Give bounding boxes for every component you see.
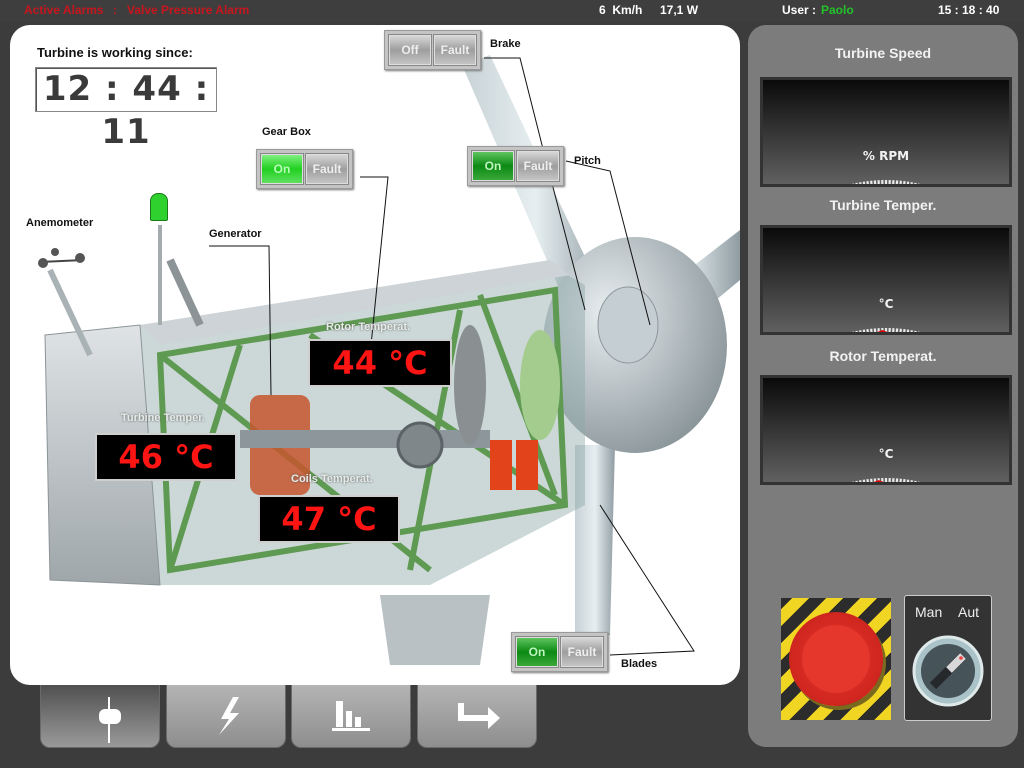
nav-exit-button[interactable] xyxy=(417,684,537,748)
working-since-label: Turbine is working since: xyxy=(37,45,193,60)
gauge-tick xyxy=(866,479,870,490)
auto-label: Aut xyxy=(958,604,980,620)
active-alarm-text: Valve Pressure Alarm xyxy=(127,3,250,17)
gauge-unit-label: °C xyxy=(879,447,894,461)
wind-speed: 6 Km/h xyxy=(599,3,643,17)
alarm-separator: : xyxy=(113,3,117,17)
gauge-unit-label: % RPM xyxy=(863,149,909,163)
blades-label: Blades xyxy=(621,658,658,670)
coils-temp-label: Coils Temperat. xyxy=(291,473,373,485)
rotor-temp-label: Rotor Temperat. xyxy=(326,321,411,333)
brake-fault-button[interactable]: Fault xyxy=(433,34,477,66)
brake-label: Brake xyxy=(490,38,521,50)
turbine-speed-dial: 0102030405060708090100% RPM xyxy=(763,80,1009,233)
rotor-temp-readout: 44 °C xyxy=(308,339,452,387)
active-alarms-label: Active Alarms xyxy=(24,3,104,17)
gauge-tick xyxy=(895,478,899,489)
generator-label: Generator xyxy=(209,228,262,240)
gauge-tick xyxy=(902,479,906,490)
lightning-icon xyxy=(219,697,239,735)
nav-power-button[interactable] xyxy=(166,684,286,748)
gauge-tick xyxy=(870,478,874,489)
gear-box-on-button[interactable]: On xyxy=(260,153,304,185)
turbine-overview-panel: Turbine is working since: 12 : 44 : 11 A… xyxy=(10,25,740,685)
brake-off-button[interactable]: Off xyxy=(388,34,432,66)
power-output: 17,1 W xyxy=(660,3,699,17)
gear-box-fault-button[interactable]: Fault xyxy=(305,153,349,185)
emergency-stop-icon xyxy=(789,612,883,706)
turbine-speed-title: Turbine Speed xyxy=(834,45,932,61)
anemometer-label: Anemometer xyxy=(26,217,94,229)
bar-chart-icon xyxy=(332,701,370,731)
coils-temp-readout: 47 °C xyxy=(258,495,400,543)
gauge-tick xyxy=(898,180,902,191)
working-since-clock: 12 : 44 : 11 xyxy=(35,67,217,152)
turbine-temp-dial: 0102030405060708090100°C xyxy=(763,228,1009,381)
gauge-tick xyxy=(902,181,906,192)
status-light xyxy=(150,193,168,221)
gauge-tick xyxy=(873,180,877,191)
top-status-bar: Active Alarms : Valve Pressure Alarm 6 K… xyxy=(0,0,1024,22)
turbine-temp-readout: 46 °C xyxy=(95,433,237,481)
turbine-icon xyxy=(99,697,121,743)
brake-control: Off Fault xyxy=(384,30,481,70)
gauge-tick xyxy=(866,181,870,192)
rotor-temp-gauge: 0102030405060708090100°C xyxy=(760,375,1012,531)
gauge-tick xyxy=(866,329,870,340)
gauge-tick xyxy=(870,180,874,191)
turbine-temp-title: Turbine Temper. xyxy=(829,197,937,213)
blades-control: On Fault xyxy=(511,632,608,672)
blades-on-button[interactable]: On xyxy=(515,636,559,668)
nav-turbine-button[interactable] xyxy=(40,684,160,748)
nav-charts-button[interactable] xyxy=(291,684,411,748)
rotor-temp-dial: 0102030405060708090100°C xyxy=(763,378,1009,531)
turbine-speed-gauge: 0102030405060708090100% RPM xyxy=(760,77,1012,233)
gauge-tick xyxy=(902,329,906,340)
gauges-panel: Turbine Speed 0102030405060708090100% RP… xyxy=(748,25,1018,747)
exit-arrow-icon xyxy=(458,703,500,729)
key-switch-knob-icon xyxy=(912,635,984,707)
emergency-stop-button[interactable] xyxy=(781,598,891,720)
pitch-on-button[interactable]: On xyxy=(471,150,515,182)
manual-label: Man xyxy=(915,604,943,620)
gauge-tick xyxy=(873,328,877,339)
pitch-fault-button[interactable]: Fault xyxy=(516,150,560,182)
gauge-tick xyxy=(898,478,902,489)
gauge-tick xyxy=(898,328,902,339)
gauge-tick xyxy=(895,180,899,191)
pitch-control: On Fault xyxy=(467,146,564,186)
turbine-temp-label: Turbine Temper. xyxy=(121,412,205,424)
gauge-unit-label: °C xyxy=(879,297,894,311)
pitch-label: Pitch xyxy=(574,155,601,167)
gauge-tick xyxy=(870,328,874,339)
turbine-temp-gauge: 0102030405060708090100°C xyxy=(760,225,1012,381)
gauge-tick xyxy=(895,328,899,339)
gear-box-control: On Fault xyxy=(256,149,353,189)
clock: 15 : 18 : 40 xyxy=(938,3,1000,17)
user-name: Paolo xyxy=(821,3,854,17)
blades-fault-button[interactable]: Fault xyxy=(560,636,604,668)
rotor-temp-title: Rotor Temperat. xyxy=(829,348,937,364)
gear-box-label: Gear Box xyxy=(262,126,311,138)
user-label: User : xyxy=(782,3,817,17)
mode-key-switch[interactable]: Man Aut xyxy=(904,595,992,721)
